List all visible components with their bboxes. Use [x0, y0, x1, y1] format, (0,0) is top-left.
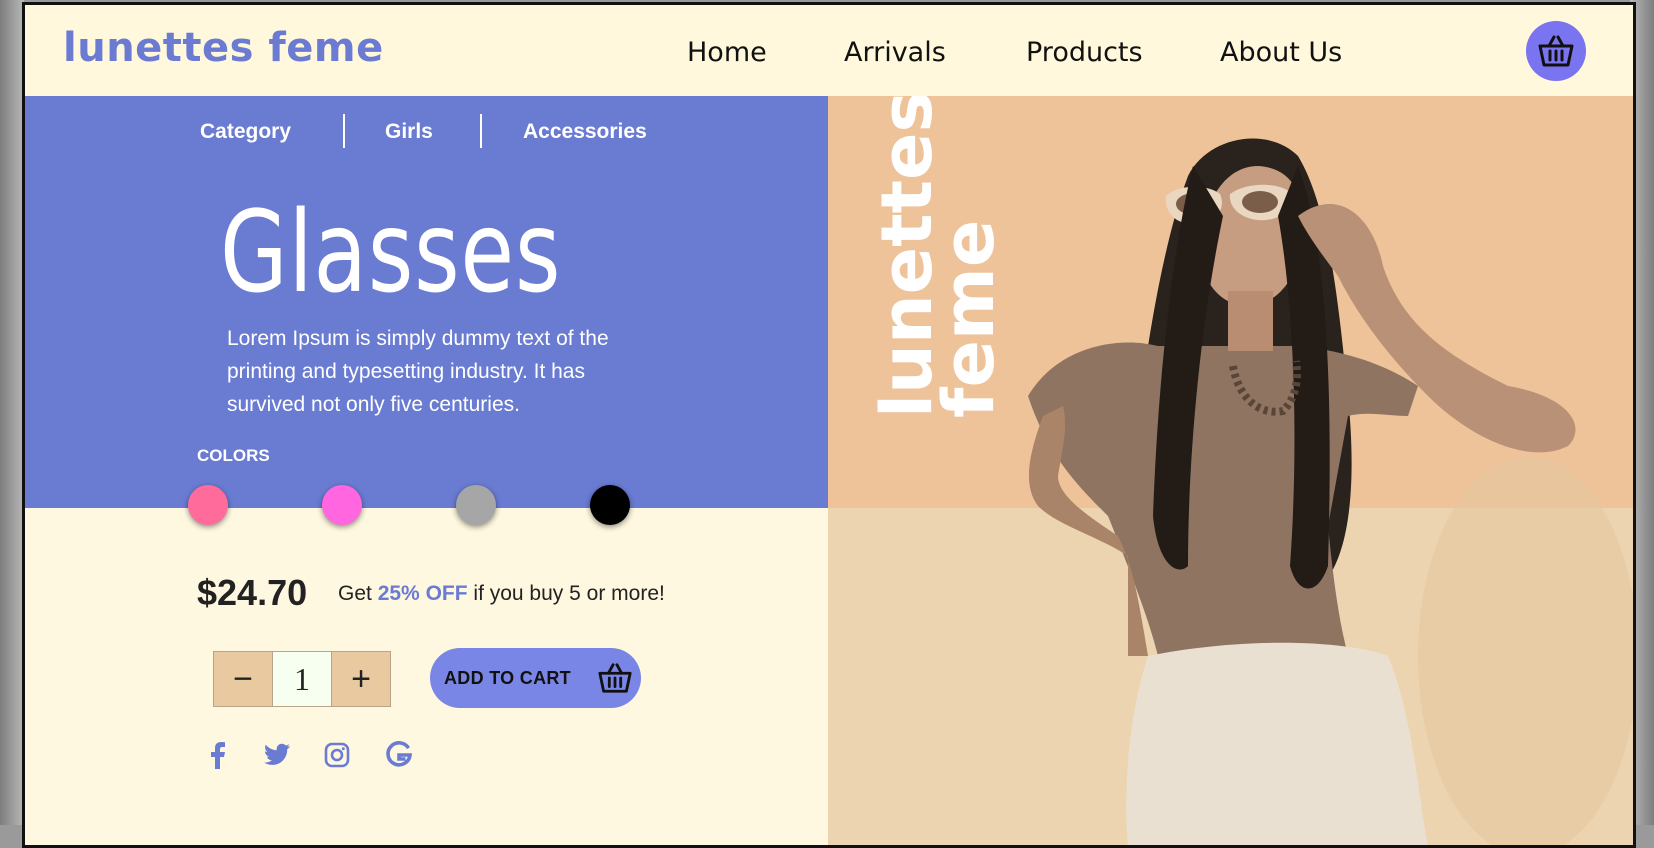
breadcrumb-category[interactable]: Category — [200, 120, 291, 144]
basket-icon — [1538, 35, 1574, 67]
hero-vertical-brand: lunettes feme — [866, 96, 1010, 418]
quantity-stepper: − + — [213, 651, 391, 707]
color-swatch-black[interactable] — [590, 485, 630, 525]
discount-offer: Get 25% OFF if you buy 5 or more! — [338, 582, 665, 606]
instagram-icon — [324, 742, 350, 768]
add-to-cart-button[interactable]: ADD TO CART — [430, 648, 641, 708]
twitter-link[interactable] — [262, 740, 292, 770]
facebook-link[interactable] — [203, 740, 233, 770]
product-title: Glasses — [220, 188, 562, 318]
add-to-cart-label: ADD TO CART — [444, 667, 571, 688]
site-header: lunettes feme Home Arrivals Products Abo… — [25, 5, 1633, 96]
breadcrumb-divider — [343, 114, 345, 148]
breadcrumb-girls[interactable]: Girls — [385, 120, 433, 144]
quantity-input[interactable] — [272, 652, 332, 706]
color-swatch-gray[interactable] — [456, 485, 496, 525]
colors-label: COLORS — [197, 446, 270, 465]
window-shadow-left — [0, 0, 24, 825]
quantity-increase-button[interactable]: + — [332, 652, 390, 706]
product-description: Lorem Ipsum is simply dummy text of the … — [227, 327, 609, 416]
hero-image: lunettes feme — [828, 96, 1633, 845]
breadcrumb-divider — [480, 114, 482, 148]
nav-products[interactable]: Products — [1026, 37, 1143, 68]
twitter-icon — [264, 743, 290, 765]
google-link[interactable] — [384, 740, 414, 770]
offer-highlight: 25% OFF — [377, 582, 468, 605]
page-frame: lunettes feme Home Arrivals Products Abo… — [22, 2, 1636, 848]
google-icon — [386, 741, 413, 767]
color-swatch-pink[interactable] — [188, 485, 228, 525]
facebook-icon — [211, 742, 225, 769]
color-swatch-magenta[interactable] — [322, 485, 362, 525]
quantity-decrease-button[interactable]: − — [214, 652, 272, 706]
nav-arrivals[interactable]: Arrivals — [844, 37, 946, 68]
offer-prefix: Get — [338, 582, 372, 605]
nav-about-us[interactable]: About Us — [1220, 37, 1342, 68]
cart-button[interactable] — [1526, 21, 1586, 81]
site-logo[interactable]: lunettes feme — [63, 25, 384, 71]
offer-suffix: if you buy 5 or more! — [473, 582, 665, 605]
instagram-link[interactable] — [322, 740, 352, 770]
basket-icon — [598, 663, 632, 693]
product-price: $24.70 — [197, 572, 308, 613]
nav-home[interactable]: Home — [687, 37, 767, 68]
breadcrumb-accessories[interactable]: Accessories — [523, 120, 647, 144]
product-info-panel: Category Girls Accessories Glasses Lorem… — [25, 96, 828, 508]
